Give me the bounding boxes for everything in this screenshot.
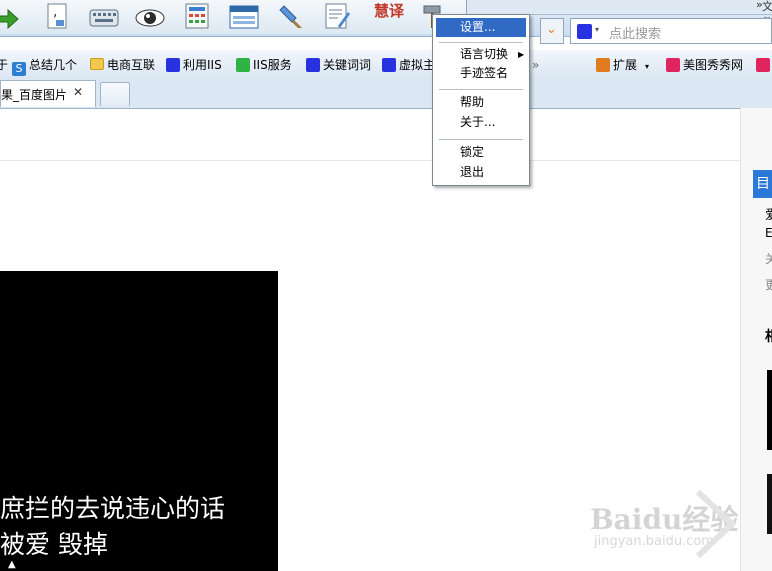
extensions-button[interactable]: 扩展 ▾ xyxy=(596,56,649,74)
menu-item-about[interactable]: 关于... xyxy=(436,113,526,132)
bookmark-item[interactable]: IIS服务 xyxy=(236,56,292,74)
search-box[interactable]: ▾ 点此搜索 xyxy=(570,18,772,44)
extension-icon xyxy=(596,58,610,72)
bookmark-label: 美图秀秀网 xyxy=(683,58,744,72)
menu-item-language[interactable]: 语言切换 ▶ xyxy=(436,45,526,64)
content-divider xyxy=(0,160,740,161)
next-arrow-icon[interactable] xyxy=(688,488,748,559)
bookmarks-overflow-button[interactable]: » xyxy=(532,56,539,74)
top-right-strip: » 文件 xyxy=(466,0,772,29)
side-text: E xyxy=(765,226,772,240)
calculator-doc-icon[interactable] xyxy=(182,2,212,30)
bookmark-label: 于 xyxy=(0,58,9,72)
chevron-down-icon: ⌄ xyxy=(546,22,557,37)
engine-dropdown-icon[interactable]: ▾ xyxy=(595,25,599,34)
download-arrow-icon[interactable] xyxy=(0,2,24,30)
huiyi-logo-text: 慧译 xyxy=(374,2,405,20)
bookmark-item[interactable]: 虚拟主 xyxy=(382,56,435,74)
new-tab-button[interactable] xyxy=(100,82,130,106)
baidu-paw-icon xyxy=(306,58,320,72)
menu-item-exit[interactable]: 退出 xyxy=(436,163,526,182)
eye-icon[interactable] xyxy=(134,2,165,30)
side-tab[interactable]: 目 xyxy=(753,170,772,198)
bookmark-label: IIS服务 xyxy=(253,58,292,72)
side-heading: 相 xyxy=(765,326,772,346)
bookmark-label: 虚拟主 xyxy=(399,58,436,72)
baidu-paw-icon xyxy=(382,58,396,72)
lyric-line: 庶拦的去说违心的话 xyxy=(0,494,226,523)
bookmark-label: 利用IIS xyxy=(183,58,222,72)
bookmark-label: 关键词词 xyxy=(323,58,372,72)
bookmark-item[interactable]: 关键词词 xyxy=(306,56,371,74)
bookmark-label: 总结几个 xyxy=(29,58,78,72)
menu-item-lock[interactable]: 锁定 xyxy=(436,143,526,162)
dropdown-arrow-icon: ▾ xyxy=(645,62,650,71)
side-text: 爱 xyxy=(765,208,772,223)
close-icon[interactable]: ✕ xyxy=(73,85,83,99)
side-thumbnail[interactable] xyxy=(767,370,772,450)
bookmarks-bar: 于 S 总结几个 电商互联 利用IIS IIS服务 关键词词 虚拟主 » 扩展 ▾ … xyxy=(0,50,772,79)
svg-text:,: , xyxy=(53,4,57,20)
bookmark-item[interactable]: 电商互联 xyxy=(90,56,155,74)
bookmark-item[interactable]: 利用IIS xyxy=(166,56,222,74)
search-input[interactable]: 点此搜索 xyxy=(609,23,661,42)
bookmark-label: » xyxy=(532,58,540,72)
menu-item-signature[interactable]: 手迹签名 xyxy=(436,64,526,83)
document-comma-icon[interactable]: , xyxy=(42,2,72,30)
folder-icon xyxy=(90,58,104,70)
tool-icon-strip: , 慧译 xyxy=(0,0,467,34)
brush-icon[interactable] xyxy=(276,2,306,30)
tab-title: 果_百度图片搜 xyxy=(1,88,67,102)
s-icon: S xyxy=(12,62,26,76)
huiyi-translate-icon[interactable]: 慧译 xyxy=(370,2,404,30)
keyboard-icon[interactable] xyxy=(88,2,119,30)
meitu-icon xyxy=(666,58,680,72)
lyric-line: 被爱 毁掉 xyxy=(0,530,108,559)
tab-active[interactable]: 果_百度图片搜 ✕ xyxy=(0,80,96,107)
menu-separator xyxy=(439,139,523,140)
baidu-paw-icon xyxy=(166,58,180,72)
bookmark-item[interactable]: S 总结几个 xyxy=(12,56,78,76)
side-thumbnail[interactable] xyxy=(767,474,772,534)
address-dropdown-button[interactable]: ⌄ xyxy=(540,18,564,44)
side-text: 关 xyxy=(765,252,772,266)
context-menu: 设置... 语言切换 ▶ 手迹签名 帮助 关于... 锁定 退出 xyxy=(432,14,530,186)
glint-mark: ▲ xyxy=(8,559,16,570)
submenu-arrow-icon: ▶ xyxy=(518,50,525,59)
bookmark-item[interactable]: 美图秀秀网 xyxy=(666,56,743,74)
menu-separator xyxy=(439,42,523,43)
menu-item-label: 语言切换 xyxy=(460,47,509,61)
bookmark-item[interactable] xyxy=(756,56,772,74)
lyric-image: 庶拦的去说违心的话 被爱 毁掉 ▲ xyxy=(0,271,278,571)
right-side-panel: 目 爱 E 关 更 相 xyxy=(740,108,772,571)
search-q-icon xyxy=(236,58,250,72)
bookmark-label: 电商互联 xyxy=(107,58,156,72)
window-icon[interactable] xyxy=(228,2,259,30)
baidu-paw-icon[interactable] xyxy=(577,24,592,39)
menu-item-help[interactable]: 帮助 xyxy=(436,93,526,112)
red-square-icon xyxy=(756,58,770,72)
menu-separator xyxy=(439,89,523,90)
bookmark-item[interactable]: 于 xyxy=(0,56,8,74)
menu-item-settings[interactable]: 设置... xyxy=(436,18,526,37)
side-text: 更 xyxy=(765,278,772,292)
edit-doc-icon[interactable] xyxy=(322,2,352,30)
bookmark-label: 扩展 xyxy=(613,58,638,72)
